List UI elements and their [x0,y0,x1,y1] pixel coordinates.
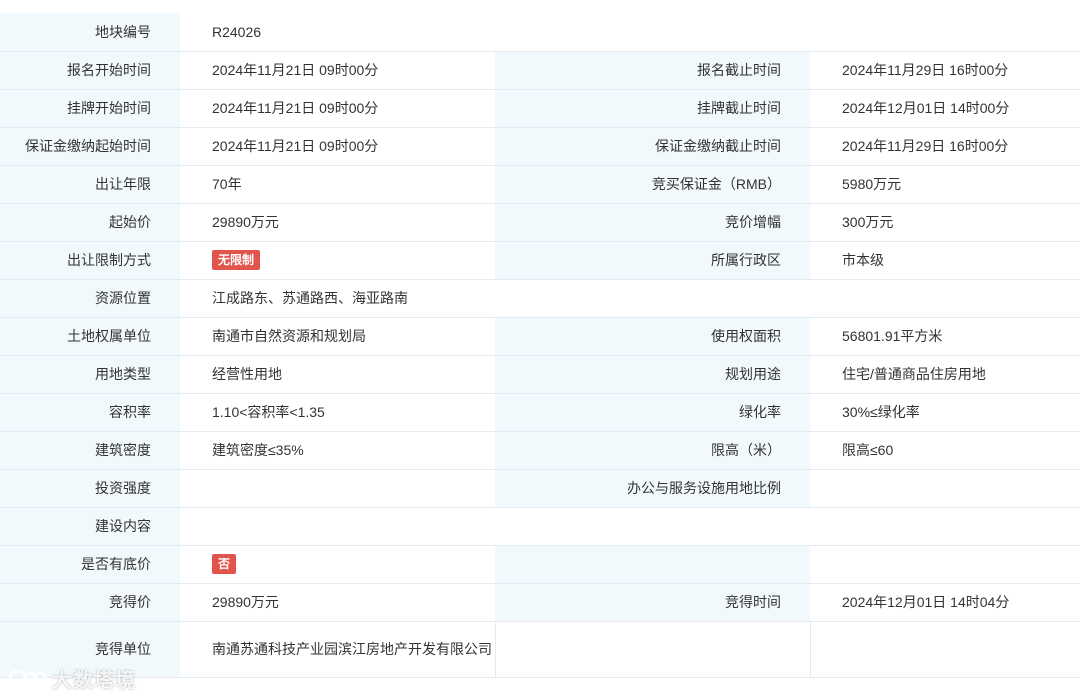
deposit-start-value: 2024年11月21日 09时00分 [180,127,495,166]
planned-use-label: 规划用途 [495,355,810,394]
table-row: 挂牌开始时间 2024年11月21日 09时00分 挂牌截止时间 2024年12… [0,89,1080,128]
deposit-end-label: 保证金缴纳截止时间 [495,127,810,166]
height-limit-value: 限高≤60 [810,431,1080,470]
no-restriction-badge: 无限制 [212,250,261,270]
land-owner-value: 南通市自然资源和规划局 [180,317,495,356]
table-row: 起始价 29890万元 竞价增幅 300万元 [0,203,1080,242]
listing-end-label: 挂牌截止时间 [495,89,810,128]
watermark-logo-icon [8,669,48,689]
listing-end-value: 2024年12月01日 14时00分 [810,89,1080,128]
green-ratio-label: 绿化率 [495,393,810,432]
office-ratio-value [810,469,1080,508]
listing-start-value: 2024年11月21日 09时00分 [180,89,495,128]
planned-use-value: 住宅/普通商品住房用地 [810,355,1080,394]
watermark-text: 大数塔境 [52,669,136,692]
district-label: 所属行政区 [495,241,810,280]
table-row: 出让年限 70年 竞买保证金（RMB） 5980万元 [0,165,1080,204]
reserve-price-value: 否 [180,545,495,584]
table-row: 是否有底价 否 [0,545,1080,584]
registration-end-label: 报名截止时间 [495,51,810,90]
registration-start-label: 报名开始时间 [0,51,180,90]
table-row: 出让限制方式 无限制 所属行政区 市本级 [0,241,1080,280]
land-type-label: 用地类型 [0,355,180,394]
winning-time-value: 2024年12月01日 14时04分 [810,583,1080,622]
listing-start-label: 挂牌开始时间 [0,89,180,128]
table-row: 建筑密度 建筑密度≤35% 限高（米） 限高≤60 [0,431,1080,470]
location-value: 江成路东、苏通路西、海亚路南 [180,279,1080,318]
watermark: 大数塔境 [8,663,136,693]
construction-content-value [180,507,1080,546]
bid-increment-label: 竞价增幅 [495,203,810,242]
height-limit-label: 限高（米） [495,431,810,470]
empty-label [495,545,810,584]
bid-increment-value: 300万元 [810,203,1080,242]
table-row: 建设内容 [0,507,1080,546]
empty-value [810,545,1080,584]
use-area-label: 使用权面积 [495,317,810,356]
lease-term-label: 出让年限 [0,165,180,204]
table-row: 投资强度 办公与服务设施用地比例 [0,469,1080,508]
land-info-table: 地块编号 R24026 报名开始时间 2024年11月21日 09时00分 报名… [0,13,1080,678]
table-row: 资源位置 江成路东、苏通路西、海亚路南 [0,279,1080,318]
no-badge: 否 [212,554,237,574]
table-row: 竞得价 29890万元 竞得时间 2024年12月01日 14时04分 [0,583,1080,622]
registration-end-value: 2024年11月29日 16时00分 [810,51,1080,90]
parcel-number-value: R24026 [180,13,1080,52]
table-row: 报名开始时间 2024年11月21日 09时00分 报名截止时间 2024年11… [0,51,1080,90]
empty-cell [495,621,811,678]
location-label: 资源位置 [0,279,180,318]
winning-price-value: 29890万元 [180,583,495,622]
table-row: 容积率 1.10<容积率<1.35 绿化率 30%≤绿化率 [0,393,1080,432]
transfer-restriction-value: 无限制 [180,241,495,280]
green-ratio-value: 30%≤绿化率 [810,393,1080,432]
starting-price-value: 29890万元 [180,203,495,242]
office-ratio-label: 办公与服务设施用地比例 [495,469,810,508]
bid-deposit-label: 竞买保证金（RMB） [495,165,810,204]
use-area-value: 56801.91平方米 [810,317,1080,356]
building-density-value: 建筑密度≤35% [180,431,495,470]
winning-unit-value: 南通苏通科技产业园滨江房地产开发有限公司 [180,621,496,678]
table-row: 用地类型 经营性用地 规划用途 住宅/普通商品住房用地 [0,355,1080,394]
land-type-value: 经营性用地 [180,355,495,394]
investment-intensity-label: 投资强度 [0,469,180,508]
transfer-restriction-label: 出让限制方式 [0,241,180,280]
registration-start-value: 2024年11月21日 09时00分 [180,51,495,90]
winning-time-label: 竞得时间 [495,583,810,622]
deposit-start-label: 保证金缴纳起始时间 [0,127,180,166]
lease-term-value: 70年 [180,165,495,204]
land-owner-label: 土地权属单位 [0,317,180,356]
bid-deposit-value: 5980万元 [810,165,1080,204]
plot-ratio-label: 容积率 [0,393,180,432]
construction-content-label: 建设内容 [0,507,180,546]
reserve-price-label: 是否有底价 [0,545,180,584]
empty-cell [810,621,1080,678]
parcel-number-label: 地块编号 [0,13,180,52]
deposit-end-value: 2024年11月29日 16时00分 [810,127,1080,166]
winning-price-label: 竞得价 [0,583,180,622]
table-row: 保证金缴纳起始时间 2024年11月21日 09时00分 保证金缴纳截止时间 2… [0,127,1080,166]
table-row: 土地权属单位 南通市自然资源和规划局 使用权面积 56801.91平方米 [0,317,1080,356]
top-divider [0,0,1080,14]
building-density-label: 建筑密度 [0,431,180,470]
district-value: 市本级 [810,241,1080,280]
table-row: 地块编号 R24026 [0,13,1080,52]
table-row: 竞得单位 南通苏通科技产业园滨江房地产开发有限公司 [0,621,1080,678]
starting-price-label: 起始价 [0,203,180,242]
plot-ratio-value: 1.10<容积率<1.35 [180,393,495,432]
investment-intensity-value [180,469,495,508]
